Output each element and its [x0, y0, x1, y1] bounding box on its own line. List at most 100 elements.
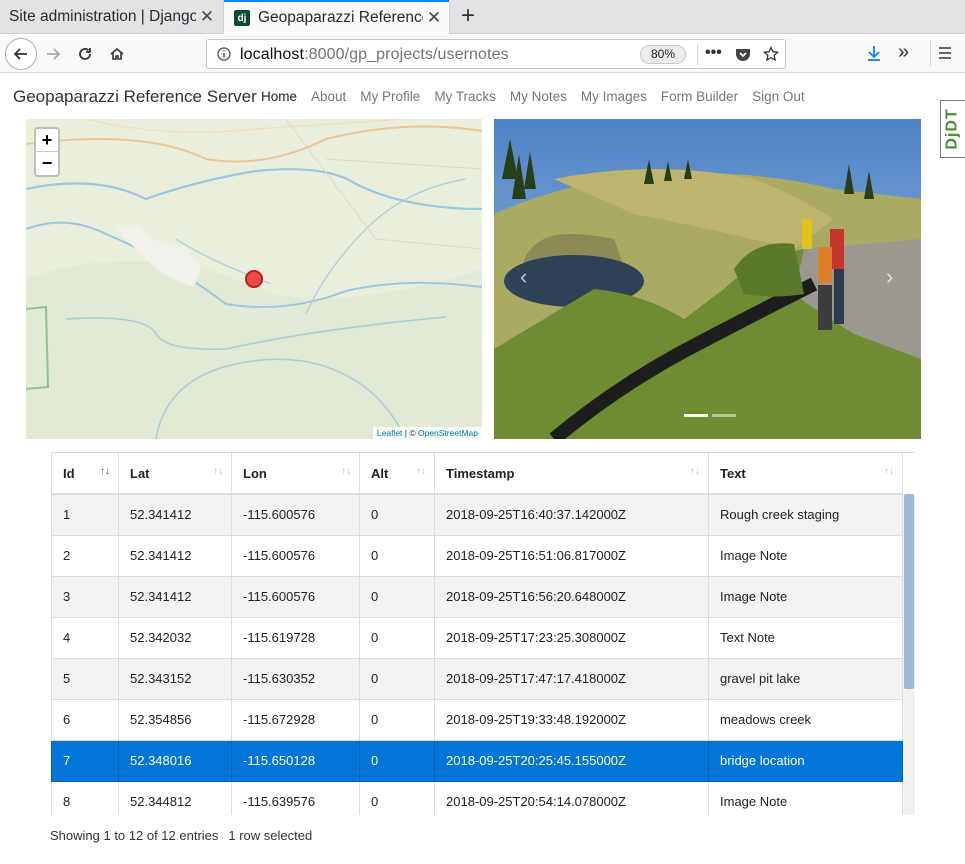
nav-form-builder[interactable]: Form Builder	[661, 89, 738, 104]
site-navbar: Geopaparazzi Reference Server Home About…	[0, 74, 965, 119]
django-debug-toolbar-handle[interactable]: DjDT	[940, 100, 965, 158]
site-brand[interactable]: Geopaparazzi Reference Server	[13, 87, 257, 107]
table-info: Showing 1 to 12 of 12 entries 1 row selec…	[50, 828, 312, 843]
forward-button[interactable]	[38, 39, 68, 69]
table-cell: 2018-09-25T20:25:45.155000Z	[434, 739, 709, 782]
table-row[interactable]: 1 52.341412 -115.600576 0 2018-09-25T16:40:3…	[51, 493, 903, 536]
browser-tab-site-admin[interactable]: Site administration | Django ✕	[0, 0, 222, 34]
nav-sign-out[interactable]: Sign Out	[752, 89, 805, 104]
browser-tab-geopaparazzi[interactable]: dj Geopaparazzi Reference Server ✕	[224, 0, 449, 34]
table-cell: 2018-09-25T20:54:14.078000Z	[434, 780, 709, 815]
table-cell: 0	[359, 698, 435, 741]
sort-icon: ↑↓	[416, 466, 426, 477]
table-cell: 2018-09-25T16:56:20.648000Z	[434, 575, 709, 618]
table-cell: 52.341412	[118, 493, 232, 536]
table-cell: 4	[51, 616, 119, 659]
zoom-out-button[interactable]: −	[36, 152, 58, 175]
table-body: 1 52.341412 -115.600576 0 2018-09-25T16:40:3…	[51, 493, 903, 815]
table-cell: 2018-09-25T17:23:25.308000Z	[434, 616, 709, 659]
table-cell: 5	[51, 657, 119, 700]
column-header-timestamp[interactable]: Timestamp ↑↓	[434, 453, 709, 495]
table-row[interactable]: 5 52.343152 -115.630352 0 2018-09-25T17:47:1…	[51, 657, 903, 700]
reload-button[interactable]	[70, 39, 100, 69]
overflow-chevron-icon[interactable]: »	[898, 41, 909, 64]
selection-info: 1 row selected	[228, 828, 313, 843]
table-cell: -115.600576	[231, 493, 360, 536]
column-header-lat[interactable]: Lat ↑↓	[118, 453, 232, 495]
column-label: Text	[720, 465, 746, 481]
table-cell: 52.348016	[118, 739, 232, 782]
osm-link[interactable]: OpenStreetMap	[418, 428, 478, 438]
table-cell: 0	[359, 493, 435, 536]
nav-my-profile[interactable]: My Profile	[360, 89, 420, 104]
tab-title: Geopaparazzi Reference Server	[258, 9, 423, 26]
column-label: Lat	[130, 465, 150, 481]
browser-tab-bar: Site administration | Django ✕ dj Geopap…	[0, 0, 965, 34]
back-button[interactable]	[5, 38, 37, 70]
close-tab-icon[interactable]: ✕	[196, 7, 218, 27]
table-row[interactable]: 3 52.341412 -115.600576 0 2018-09-25T16:56:2…	[51, 575, 903, 618]
nav-my-tracks[interactable]: My Tracks	[434, 89, 496, 104]
scrollbar-thumb[interactable]	[904, 494, 914, 689]
sort-asc-icon: ↑↓	[100, 466, 110, 477]
browser-toolbar: localhost:8000/gp_projects/usernotes 80%…	[0, 35, 965, 73]
table-cell: 1	[51, 493, 119, 536]
table-cell: 52.343152	[118, 657, 232, 700]
table-row[interactable]: 2 52.341412 -115.600576 0 2018-09-25T16:51:0…	[51, 534, 903, 577]
sort-icon: ↑↓	[213, 466, 223, 477]
arrow-right-icon	[47, 48, 61, 60]
url-text: localhost:8000/gp_projects/usernotes	[240, 46, 509, 64]
map-zoom-control: + −	[34, 127, 60, 177]
table-cell: 2018-09-25T19:33:48.192000Z	[434, 698, 709, 741]
note-location-marker	[245, 270, 263, 288]
table-cell: -115.619728	[231, 616, 360, 659]
nav-my-notes[interactable]: My Notes	[510, 89, 567, 104]
home-icon	[110, 47, 124, 60]
nav-home[interactable]: Home	[261, 89, 297, 104]
table-scrollbar[interactable]	[903, 494, 915, 815]
column-header-lon[interactable]: Lon ↑↓	[231, 453, 360, 495]
table-cell: Image Note	[708, 534, 903, 577]
leaflet-link[interactable]: Leaflet	[377, 428, 403, 438]
table-cell: 0	[359, 780, 435, 815]
table-row[interactable]: 6 52.354856 -115.672928 0 2018-09-25T19:33:4…	[51, 698, 903, 741]
table-cell: Text Note	[708, 616, 903, 659]
carousel-indicator-1[interactable]	[684, 414, 708, 417]
column-label: Alt	[371, 465, 389, 481]
table-row[interactable]: 7 52.348016 -115.650128 0 2018-09-25T20:25:4…	[51, 739, 903, 782]
site-nav-menu: Home About My Profile My Tracks My Notes…	[261, 89, 819, 104]
table-cell: Image Note	[708, 575, 903, 618]
home-button[interactable]	[102, 39, 132, 69]
image-carousel[interactable]: ‹ ›	[494, 119, 921, 439]
close-tab-icon[interactable]: ✕	[423, 8, 445, 28]
usernotes-table-container: Id ↑↓ Lat ↑↓ Lon ↑↓ Alt ↑↓ Timestamp ↑↓ Text ↑…	[51, 452, 915, 815]
column-header-id[interactable]: Id ↑↓	[51, 453, 119, 495]
zoom-in-button[interactable]: +	[36, 129, 58, 152]
nav-my-images[interactable]: My Images	[581, 89, 647, 104]
column-header-alt[interactable]: Alt ↑↓	[359, 453, 435, 495]
table-cell: 7	[51, 739, 119, 782]
carousel-next-button[interactable]: ›	[886, 264, 893, 290]
table-row[interactable]: 8 52.344812 -115.639576 0 2018-09-25T20:54:1…	[51, 780, 903, 815]
url-bar[interactable]: localhost:8000/gp_projects/usernotes 80%…	[206, 39, 786, 69]
table-cell: 0	[359, 739, 435, 782]
url-path: :8000/gp_projects/usernotes	[304, 46, 509, 63]
page-actions-icon[interactable]: •••	[705, 44, 722, 62]
sort-icon: ↑↓	[884, 466, 894, 477]
carousel-prev-button[interactable]: ‹	[520, 264, 527, 290]
url-divider	[697, 44, 698, 65]
table-cell: 0	[359, 616, 435, 659]
table-cell: 52.341412	[118, 534, 232, 577]
leaflet-map[interactable]: + − Leaflet | © OpenStreetMap	[26, 119, 482, 439]
nav-about[interactable]: About	[311, 89, 346, 104]
table-cell: 2018-09-25T16:51:06.817000Z	[434, 534, 709, 577]
table-cell: meadows creek	[708, 698, 903, 741]
carousel-indicators	[684, 414, 740, 417]
table-row[interactable]: 4 52.342032 -115.619728 0 2018-09-25T17:23:2…	[51, 616, 903, 659]
zoom-level-badge[interactable]: 80%	[640, 45, 686, 64]
column-header-text[interactable]: Text ↑↓	[708, 453, 903, 495]
carousel-indicator-2[interactable]	[712, 414, 736, 417]
arrow-left-icon	[13, 48, 27, 60]
new-tab-button[interactable]: +	[455, 3, 481, 31]
table-cell: 0	[359, 575, 435, 618]
